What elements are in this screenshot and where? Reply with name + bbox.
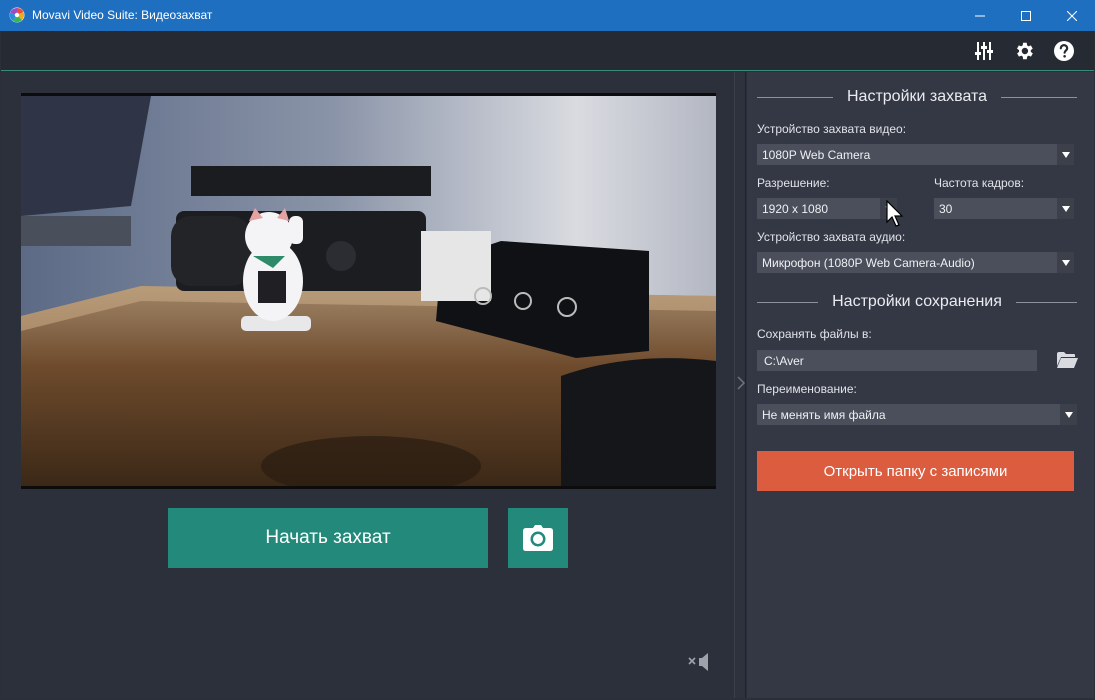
window-title: Movavi Video Suite: Видеозахват xyxy=(32,8,213,22)
maximize-button[interactable] xyxy=(1003,0,1049,31)
equalizer-button[interactable] xyxy=(971,38,997,64)
save-path-value: C:\Aver xyxy=(764,354,804,368)
webcam-preview xyxy=(21,93,716,489)
settings-pane: Настройки захвата Устройство захвата вид… xyxy=(747,72,1094,698)
audio-device-label: Устройство захвата аудио: xyxy=(757,230,906,244)
title-bar: Movavi Video Suite: Видеозахват xyxy=(0,0,1095,31)
framerate-value: 30 xyxy=(939,202,953,216)
save-settings-title: Настройки сохранения xyxy=(832,293,1002,310)
close-button[interactable] xyxy=(1049,0,1095,31)
maximize-icon xyxy=(1021,10,1031,21)
rename-select[interactable]: Не менять имя файла xyxy=(757,404,1077,425)
open-records-folder-label: Открыть папку с записями xyxy=(823,462,1008,480)
resolution-select[interactable]: 1920 x 1080 xyxy=(757,198,897,219)
chevron-down-icon[interactable] xyxy=(1057,144,1074,165)
equalizer-icon xyxy=(975,42,993,60)
chevron-down-icon[interactable] xyxy=(1057,252,1074,273)
folder-open-icon[interactable] xyxy=(1056,351,1078,369)
chevron-down-icon[interactable] xyxy=(1060,404,1077,425)
minimize-button[interactable] xyxy=(957,0,1003,31)
mute-speaker-icon[interactable] xyxy=(687,652,713,672)
resolution-label: Разрешение: xyxy=(757,176,830,190)
save-path-field[interactable]: C:\Aver xyxy=(757,350,1037,371)
video-device-select[interactable]: 1080P Web Camera xyxy=(757,144,1074,165)
capture-preview-pane: Начать захват xyxy=(1,72,734,698)
chevron-right-icon[interactable] xyxy=(737,376,745,390)
settings-button[interactable] xyxy=(1011,38,1037,64)
framerate-label: Частота кадров: xyxy=(934,176,1025,190)
capture-settings-title: Настройки захвата xyxy=(846,88,988,105)
capture-settings-header: Настройки захвата xyxy=(757,87,1078,107)
minimize-icon xyxy=(975,15,985,16)
framerate-select[interactable]: 30 xyxy=(934,198,1074,219)
snapshot-button[interactable] xyxy=(508,508,568,568)
top-toolbar xyxy=(1,31,1094,71)
video-device-label: Устройство захвата видео: xyxy=(757,122,907,136)
gear-icon xyxy=(1017,42,1033,60)
video-device-value: 1080P Web Camera xyxy=(762,148,871,162)
start-capture-button[interactable]: Начать захват xyxy=(168,508,488,568)
help-button[interactable] xyxy=(1051,38,1077,64)
rename-label: Переименование: xyxy=(757,382,857,396)
save-settings-header: Настройки сохранения xyxy=(757,292,1078,312)
save-to-label: Сохранять файлы в: xyxy=(757,327,872,341)
start-capture-label: Начать захват xyxy=(265,527,391,548)
camera-icon xyxy=(523,525,553,551)
rename-value: Не менять имя файла xyxy=(762,408,886,422)
webcam-preview-image xyxy=(21,96,716,486)
open-records-folder-button[interactable]: Открыть папку с записями xyxy=(757,451,1074,491)
help-icon xyxy=(1054,41,1074,61)
pane-divider[interactable] xyxy=(734,72,746,698)
close-icon xyxy=(1067,10,1077,21)
chevron-down-icon[interactable] xyxy=(1057,198,1074,219)
audio-device-select[interactable]: Микрофон (1080P Web Camera-Audio) xyxy=(757,252,1074,273)
audio-device-value: Микрофон (1080P Web Camera-Audio) xyxy=(762,256,975,270)
resolution-value: 1920 x 1080 xyxy=(762,202,829,216)
movavi-logo-icon xyxy=(9,7,25,23)
chevron-down-icon[interactable] xyxy=(880,198,897,219)
